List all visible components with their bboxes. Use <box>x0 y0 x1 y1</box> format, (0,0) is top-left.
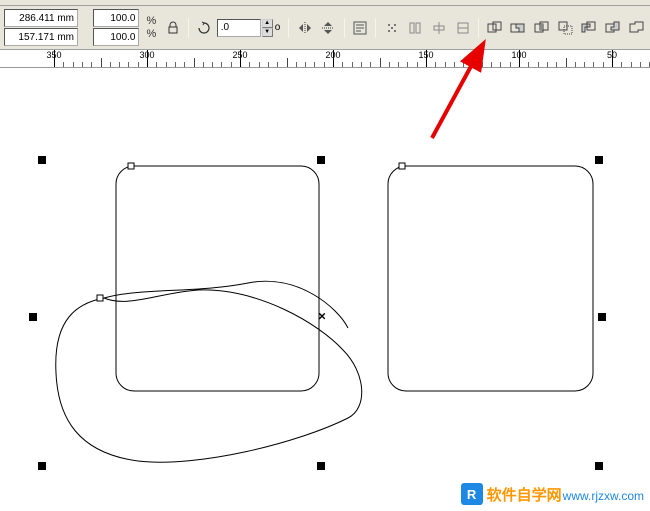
node-handle[interactable] <box>97 295 104 302</box>
ruler-minor-tick <box>380 58 381 68</box>
selection-handle[interactable] <box>38 462 46 470</box>
ruler-label: 50 <box>607 50 617 60</box>
scale-x-input[interactable]: 100.0 <box>93 9 139 27</box>
selection-handle[interactable] <box>595 462 603 470</box>
property-bar: 286.411 mm 157.171 mm 100.0 100.0 % % .0… <box>0 6 650 50</box>
watermark-url: www.rjzxw.com <box>563 489 644 503</box>
node-handle[interactable] <box>128 163 135 170</box>
separator <box>188 18 189 38</box>
percent-symbol: % <box>144 15 158 27</box>
create-boundary-button[interactable] <box>625 17 648 39</box>
selection-handle[interactable] <box>317 156 325 164</box>
selection-handle[interactable] <box>38 156 46 164</box>
rotation-input[interactable]: .0 <box>217 19 261 37</box>
weld-button[interactable] <box>483 17 506 39</box>
mirror-horizontal-button[interactable] <box>293 17 316 39</box>
rounded-rect-shape-right[interactable] <box>387 165 594 392</box>
align-button-1[interactable] <box>380 17 403 39</box>
lock-ratio-button[interactable] <box>161 17 184 39</box>
selection-handle[interactable] <box>598 313 606 321</box>
scale-inputs: 100.0 100.0 <box>91 7 141 48</box>
drawing-canvas[interactable]: × <box>0 68 650 511</box>
degree-label: o <box>275 22 281 33</box>
horizontal-ruler[interactable]: 350 300 250 200 150 100 50 <box>0 50 650 68</box>
node-handle[interactable] <box>399 163 406 170</box>
intersect-button[interactable] <box>531 17 554 39</box>
simplify-button[interactable] <box>554 17 577 39</box>
percent-symbol: % <box>144 28 158 40</box>
ruler-label: 250 <box>232 50 247 60</box>
ruler-minor-tick <box>473 58 474 68</box>
ruler-label: 200 <box>325 50 340 60</box>
separator <box>288 18 289 38</box>
separator <box>344 18 345 38</box>
y-position-input[interactable]: 157.171 mm <box>4 28 78 46</box>
ruler-label: 100 <box>511 50 526 60</box>
back-minus-front-button[interactable] <box>602 17 625 39</box>
watermark-logo-icon: R <box>461 483 483 505</box>
rotation-spinner[interactable]: ▲ ▼ <box>262 19 273 37</box>
trim-button[interactable] <box>507 17 530 39</box>
ruler-label: 150 <box>418 50 433 60</box>
selection-center-marker: × <box>318 309 326 324</box>
selection-handle[interactable] <box>317 462 325 470</box>
watermark: R 软件自学网 www.rjzxw.com <box>461 483 644 505</box>
mirror-vertical-button[interactable] <box>317 17 340 39</box>
wrap-paragraph-button[interactable] <box>349 17 372 39</box>
separator <box>478 18 479 38</box>
separator <box>375 18 376 38</box>
ruler-minor-tick <box>287 58 288 68</box>
ruler-minor-tick <box>566 58 567 68</box>
ruler-minor-tick <box>194 58 195 68</box>
x-position-input[interactable]: 286.411 mm <box>4 9 78 27</box>
ruler-minor-tick <box>101 58 102 68</box>
percent-labels: % % <box>142 13 160 42</box>
align-button-3[interactable] <box>428 17 451 39</box>
spin-down[interactable]: ▼ <box>262 28 273 37</box>
align-button-2[interactable] <box>404 17 427 39</box>
ruler-label: 300 <box>139 50 154 60</box>
selection-handle[interactable] <box>29 313 37 321</box>
rotate-icon-button[interactable] <box>193 17 216 39</box>
front-minus-back-button[interactable] <box>578 17 601 39</box>
position-inputs: 286.411 mm 157.171 mm <box>2 7 80 48</box>
scale-y-input[interactable]: 100.0 <box>93 28 139 46</box>
selection-handle[interactable] <box>595 156 603 164</box>
spin-up[interactable]: ▲ <box>262 19 273 28</box>
watermark-brand: 软件自学网 <box>487 487 562 504</box>
ruler-label: 350 <box>46 50 61 60</box>
align-button-4[interactable] <box>451 17 474 39</box>
